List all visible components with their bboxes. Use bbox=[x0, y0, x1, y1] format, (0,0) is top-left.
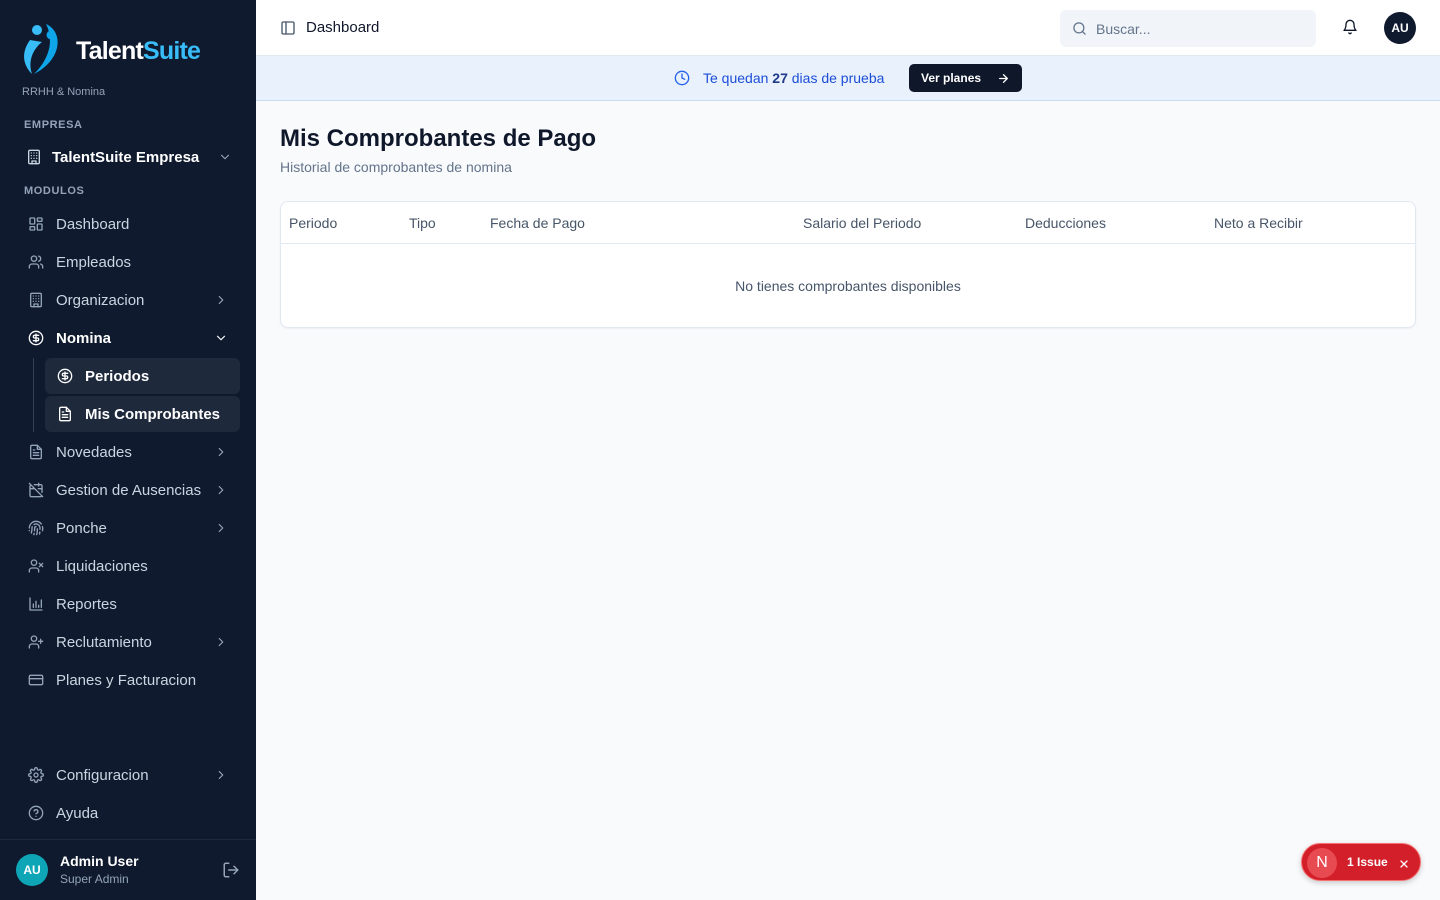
arrow-right-icon bbox=[997, 72, 1010, 88]
sidebar-item-empleados[interactable]: Empleados bbox=[16, 245, 240, 279]
trial-banner: Te quedan 27 dias de prueba Ver planes bbox=[256, 56, 1440, 101]
sidebar-item-nomina[interactable]: Nomina bbox=[16, 321, 240, 355]
sidebar-item-reclutamiento[interactable]: Reclutamiento bbox=[16, 625, 240, 659]
sidebar-item-label: Ponche bbox=[56, 519, 107, 537]
brand-name: TalentSuite bbox=[76, 36, 201, 65]
issue-count: 1 Issue bbox=[1347, 855, 1388, 869]
submenu-guide-line bbox=[33, 358, 34, 432]
bell-icon[interactable] bbox=[1342, 19, 1358, 40]
dollar-circle-icon bbox=[28, 330, 44, 346]
chevron-right-icon bbox=[214, 521, 228, 539]
column-header-deducciones[interactable]: Deducciones bbox=[1025, 215, 1106, 231]
sidebar-item-label: Liquidaciones bbox=[56, 557, 148, 575]
nextjs-logo-icon: N bbox=[1307, 848, 1337, 878]
column-header-periodo[interactable]: Periodo bbox=[289, 215, 337, 231]
chevron-down-icon bbox=[218, 150, 232, 168]
chevron-right-icon bbox=[214, 483, 228, 501]
bar-chart-icon bbox=[28, 596, 44, 612]
clock-icon bbox=[674, 70, 690, 91]
sidebar-item-label: Organizacion bbox=[56, 291, 145, 309]
fingerprint-icon bbox=[28, 520, 44, 536]
page-title: Mis Comprobantes de Pago bbox=[280, 125, 597, 152]
sidebar-item-reportes[interactable]: Reportes bbox=[16, 587, 240, 621]
users-icon bbox=[28, 254, 44, 270]
logout-icon[interactable] bbox=[222, 861, 240, 884]
chevron-right-icon bbox=[214, 768, 228, 786]
help-circle-icon bbox=[28, 805, 44, 821]
user-plus-icon bbox=[28, 634, 44, 650]
sidebar-item-ayuda[interactable]: Ayuda bbox=[16, 796, 240, 830]
divider bbox=[0, 839, 256, 840]
sidebar-item-label: Configuracion bbox=[56, 766, 149, 784]
chevron-down-icon bbox=[214, 331, 228, 349]
breadcrumb: Dashboard bbox=[306, 19, 380, 36]
close-icon[interactable] bbox=[1398, 857, 1410, 875]
trial-days: 27 bbox=[772, 70, 788, 86]
table-header: Periodo Tipo Fecha de Pago Salario del P… bbox=[281, 202, 1415, 244]
column-header-fecha-pago[interactable]: Fecha de Pago bbox=[490, 215, 585, 231]
search-icon bbox=[1072, 21, 1087, 41]
company-section-label: EMPRESA bbox=[24, 119, 83, 131]
chevron-right-icon bbox=[214, 635, 228, 653]
sidebar-subitem-label: Mis Comprobantes bbox=[85, 405, 221, 423]
sidebar-item-planes-facturacion[interactable]: Planes y Facturacion bbox=[16, 663, 240, 697]
user-name: Admin User bbox=[60, 853, 139, 869]
gear-icon bbox=[28, 767, 44, 783]
column-header-neto[interactable]: Neto a Recibir bbox=[1214, 215, 1303, 231]
trial-message: Te quedan 27 dias de prueba bbox=[703, 70, 885, 86]
sidebar-item-label: Ayuda bbox=[56, 804, 99, 822]
sidebar-item-label: Empleados bbox=[56, 253, 132, 271]
issue-badge[interactable]: N 1 Issue bbox=[1301, 843, 1421, 881]
sidebar-item-configuracion[interactable]: Configuracion bbox=[16, 758, 240, 792]
talentsuite-logo-icon bbox=[24, 24, 58, 74]
sidebar-item-liquidaciones[interactable]: Liquidaciones bbox=[16, 549, 240, 583]
payslips-table: Periodo Tipo Fecha de Pago Salario del P… bbox=[280, 201, 1416, 328]
sidebar: TalentSuite RRHH & Nomina EMPRESA Talent… bbox=[0, 0, 256, 900]
sidebar-item-novedades[interactable]: Novedades bbox=[16, 435, 240, 469]
sidebar-item-label: Gestion de Ausencias bbox=[56, 481, 202, 499]
sidebar-subitem-periodos[interactable]: Periodos bbox=[45, 358, 240, 394]
sidebar-subitem-mis-comprobantes[interactable]: Mis Comprobantes bbox=[45, 396, 240, 432]
sidebar-item-gestion-ausencias[interactable]: Gestion de Ausencias bbox=[16, 473, 240, 507]
sidebar-item-dashboard[interactable]: Dashboard bbox=[16, 207, 240, 241]
empty-state-message: No tienes comprobantes disponibles bbox=[735, 278, 961, 294]
sidebar-item-label: Nomina bbox=[56, 329, 112, 347]
modules-section-label: MODULOS bbox=[24, 185, 85, 197]
user-x-icon bbox=[28, 558, 44, 574]
sidebar-item-label: Reclutamiento bbox=[56, 633, 152, 651]
search-input[interactable] bbox=[1096, 10, 1306, 47]
column-header-tipo[interactable]: Tipo bbox=[409, 215, 436, 231]
sidebar-item-organizacion[interactable]: Organizacion bbox=[16, 283, 240, 317]
file-text-icon bbox=[28, 444, 44, 460]
sidebar-item-label: Novedades bbox=[56, 443, 132, 461]
chevron-right-icon bbox=[214, 293, 228, 311]
brand-logo[interactable]: TalentSuite bbox=[20, 20, 201, 78]
company-name: TalentSuite Empresa bbox=[52, 148, 200, 166]
sidebar-item-label: Planes y Facturacion bbox=[56, 671, 197, 689]
dollar-circle-icon bbox=[57, 368, 73, 384]
building-icon bbox=[28, 292, 44, 308]
top-header: Dashboard AU bbox=[256, 0, 1440, 56]
avatar[interactable]: AU bbox=[16, 854, 48, 886]
file-text-icon bbox=[57, 406, 73, 422]
building-icon bbox=[26, 149, 42, 165]
search-box[interactable] bbox=[1060, 10, 1316, 47]
view-plans-button[interactable]: Ver planes bbox=[909, 64, 1022, 92]
calendar-off-icon bbox=[28, 482, 44, 498]
sidebar-item-ponche[interactable]: Ponche bbox=[16, 511, 240, 545]
sidebar-item-label: Reportes bbox=[56, 595, 117, 613]
credit-card-icon bbox=[28, 672, 44, 688]
panel-toggle-icon[interactable] bbox=[280, 20, 296, 41]
sidebar-item-label: Dashboard bbox=[56, 215, 130, 233]
brand-subtitle: RRHH & Nomina bbox=[22, 86, 106, 98]
column-header-salario[interactable]: Salario del Periodo bbox=[803, 215, 921, 231]
sidebar-subitem-label: Periodos bbox=[85, 367, 150, 385]
company-selector[interactable]: TalentSuite Empresa bbox=[16, 142, 240, 172]
page-subtitle: Historial de comprobantes de nomina bbox=[280, 159, 512, 175]
user-role: Super Admin bbox=[60, 872, 129, 886]
chevron-right-icon bbox=[214, 445, 228, 463]
avatar[interactable]: AU bbox=[1384, 12, 1416, 44]
dashboard-grid-icon bbox=[28, 216, 44, 232]
